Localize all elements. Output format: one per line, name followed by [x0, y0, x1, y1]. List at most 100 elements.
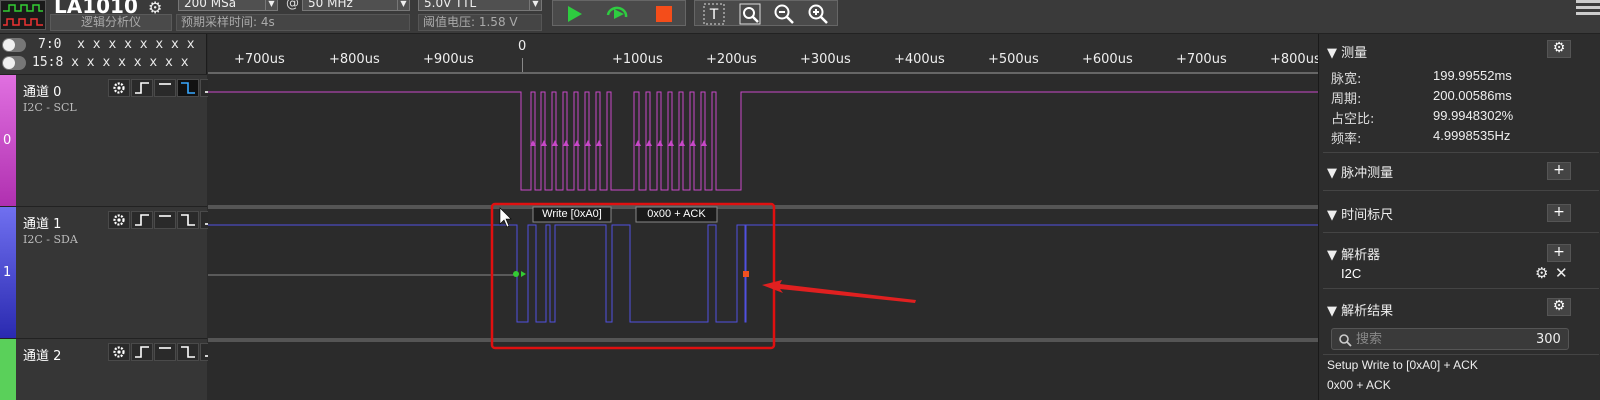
tick-label-zero: 0 [518, 39, 527, 54]
high-level-trigger-icon[interactable] [154, 79, 176, 97]
zoom-out-button[interactable] [769, 1, 799, 27]
threshold-info: 阈值电压: 1.58 V [418, 14, 542, 31]
channel-panel-1[interactable]: 1 通道 1 I2C - SDA [0, 206, 222, 338]
rising-edge-trigger-icon[interactable] [131, 79, 153, 97]
channel-name: 通道 0 [23, 85, 62, 100]
channel-description: I2C - SCL [23, 101, 77, 114]
channel-settings-gear-icon[interactable] [108, 211, 130, 229]
channel-index: 0 [3, 133, 12, 148]
falling-edge-trigger-icon[interactable] [177, 79, 199, 97]
add-pulse-button[interactable]: + [1547, 162, 1571, 180]
measure-label: 频率: [1331, 132, 1362, 147]
device-subtitle: 逻辑分析仪 [50, 14, 172, 31]
pulse-title[interactable]: ▼ 脉冲测量 [1327, 162, 1393, 181]
hamburger-menu-icon[interactable] [1576, 0, 1600, 20]
rising-edge-trigger-icon[interactable] [131, 211, 153, 229]
repeat-capture-button[interactable] [603, 1, 633, 27]
decoder-item[interactable]: I2C [1341, 266, 1361, 281]
highlight-box [490, 202, 776, 350]
decoder-settings-gear-icon[interactable]: ⚙ [1535, 264, 1548, 282]
start-button[interactable] [559, 1, 589, 27]
tick-label: +200us [706, 52, 757, 67]
waveform-area[interactable]: Write [0xA0] 0x00 + ACK [208, 74, 1318, 400]
view-tools: T [694, 0, 838, 26]
decode-label-data[interactable]: 0x00 + ACK [636, 208, 717, 222]
add-marker-button[interactable]: + [1547, 204, 1571, 222]
play-icon [568, 6, 582, 22]
tick-label: +800us [329, 52, 380, 67]
loop-play-icon [606, 6, 628, 19]
tick-label: +700us [234, 52, 285, 67]
measure-value: 4.9998535Hz [1433, 128, 1511, 143]
channel-panel-2[interactable]: 通道 2 [0, 338, 222, 400]
time-ruler[interactable]: +700us +800us +900us 0 +100us +200us +30… [208, 34, 1321, 74]
channel-panel-0[interactable]: 0 通道 0 I2C - SCL [0, 74, 222, 206]
stop-icon [656, 6, 672, 22]
rising-edge-trigger-icon[interactable] [131, 343, 153, 361]
channel-color-strip [0, 339, 16, 400]
annotation-arrow-icon [762, 280, 916, 303]
channel-index: 1 [3, 265, 12, 280]
chevron-down-icon: ▼ [397, 0, 409, 10]
results-title[interactable]: ▼ 解析结果 [1327, 300, 1393, 319]
text-cursor-icon: T [703, 3, 725, 25]
channel-settings-gear-icon[interactable] [108, 343, 130, 361]
stop-button[interactable] [649, 1, 679, 27]
high-level-trigger-icon[interactable] [154, 343, 176, 361]
sda-waveform [208, 224, 1318, 323]
marker-title[interactable]: ▼ 时间标尺 [1327, 204, 1393, 223]
zoom-in-button[interactable] [803, 1, 833, 27]
measure-settings-gear-icon[interactable]: ⚙ [1547, 40, 1571, 58]
channel-tools [108, 343, 223, 361]
search-icon [739, 3, 761, 25]
result-row[interactable]: Setup Write to [0xA0] + ACK [1327, 358, 1478, 372]
right-panel: ▼ 测量 ⚙ 脉宽: 199.99552ms 周期: 200.00586ms 占… [1318, 34, 1600, 400]
channel-tools [108, 211, 223, 229]
voltage-mode-select[interactable]: 5.0V TTL ▼ [418, 0, 542, 11]
channel-name: 通道 2 [23, 349, 62, 364]
stop-marker [743, 271, 749, 277]
add-decoder-button[interactable]: + [1547, 244, 1571, 262]
falling-edge-trigger-icon[interactable] [177, 343, 199, 361]
search-tool-button[interactable] [735, 1, 765, 27]
zoom-out-icon [774, 4, 794, 24]
result-row[interactable]: 0x00 + ACK [1327, 378, 1391, 392]
chevron-down-icon: ▼ [529, 0, 541, 10]
search-icon [1339, 334, 1352, 347]
trigger-row-high: 15:8 x x x x x x x x [0, 54, 207, 72]
decode-label-write[interactable]: Write [0xA0] [533, 208, 611, 222]
svg-text:T: T [709, 7, 719, 23]
channel-name: 通道 1 [23, 217, 62, 232]
measure-value: 200.00586ms [1433, 88, 1512, 103]
channel-tools [108, 79, 223, 97]
sample-rate-select[interactable]: 200 MSa ▼ [178, 0, 278, 11]
channel-settings-gear-icon[interactable] [108, 79, 130, 97]
tick-label: +300us [800, 52, 851, 67]
falling-edge-trigger-icon[interactable] [177, 211, 199, 229]
measure-value: 99.9948302% [1433, 108, 1514, 123]
trigger-toggle[interactable] [2, 56, 26, 70]
scl-waveform [208, 91, 1318, 191]
measure-value: 199.99552ms [1433, 68, 1512, 83]
scl-edge-markers [530, 140, 707, 146]
text-tool-button[interactable]: T [699, 1, 729, 27]
measure-label: 周期: [1331, 92, 1362, 107]
results-count: 300 [1536, 332, 1561, 347]
results-settings-gear-icon[interactable]: ⚙ [1547, 298, 1571, 316]
decoder-title[interactable]: ▼ 解析器 [1327, 244, 1380, 263]
high-level-trigger-icon[interactable] [154, 211, 176, 229]
sample-time-info: 预期采样时间: 4s [176, 14, 410, 31]
measure-label: 占空比: [1331, 112, 1375, 127]
start-arrow-icon [521, 271, 526, 277]
trigger-toggle[interactable] [2, 38, 26, 52]
measure-label: 脉宽: [1331, 72, 1362, 87]
mouse-cursor-icon [499, 207, 512, 228]
channel-sidebar: 7:0 x x x x x x x x 15:8 x x x x x x x x… [0, 34, 222, 400]
decoder-close-icon[interactable]: ✕ [1555, 264, 1568, 282]
measure-title[interactable]: ▼ 测量 [1327, 42, 1367, 61]
start-marker [513, 271, 519, 277]
trigger-row-low: 7:0 x x x x x x x x [0, 36, 207, 54]
results-search-input[interactable] [1356, 331, 1506, 347]
sample-freq-select[interactable]: 50 MHz ▼ [302, 0, 410, 11]
tick-label: +500us [988, 52, 1039, 67]
